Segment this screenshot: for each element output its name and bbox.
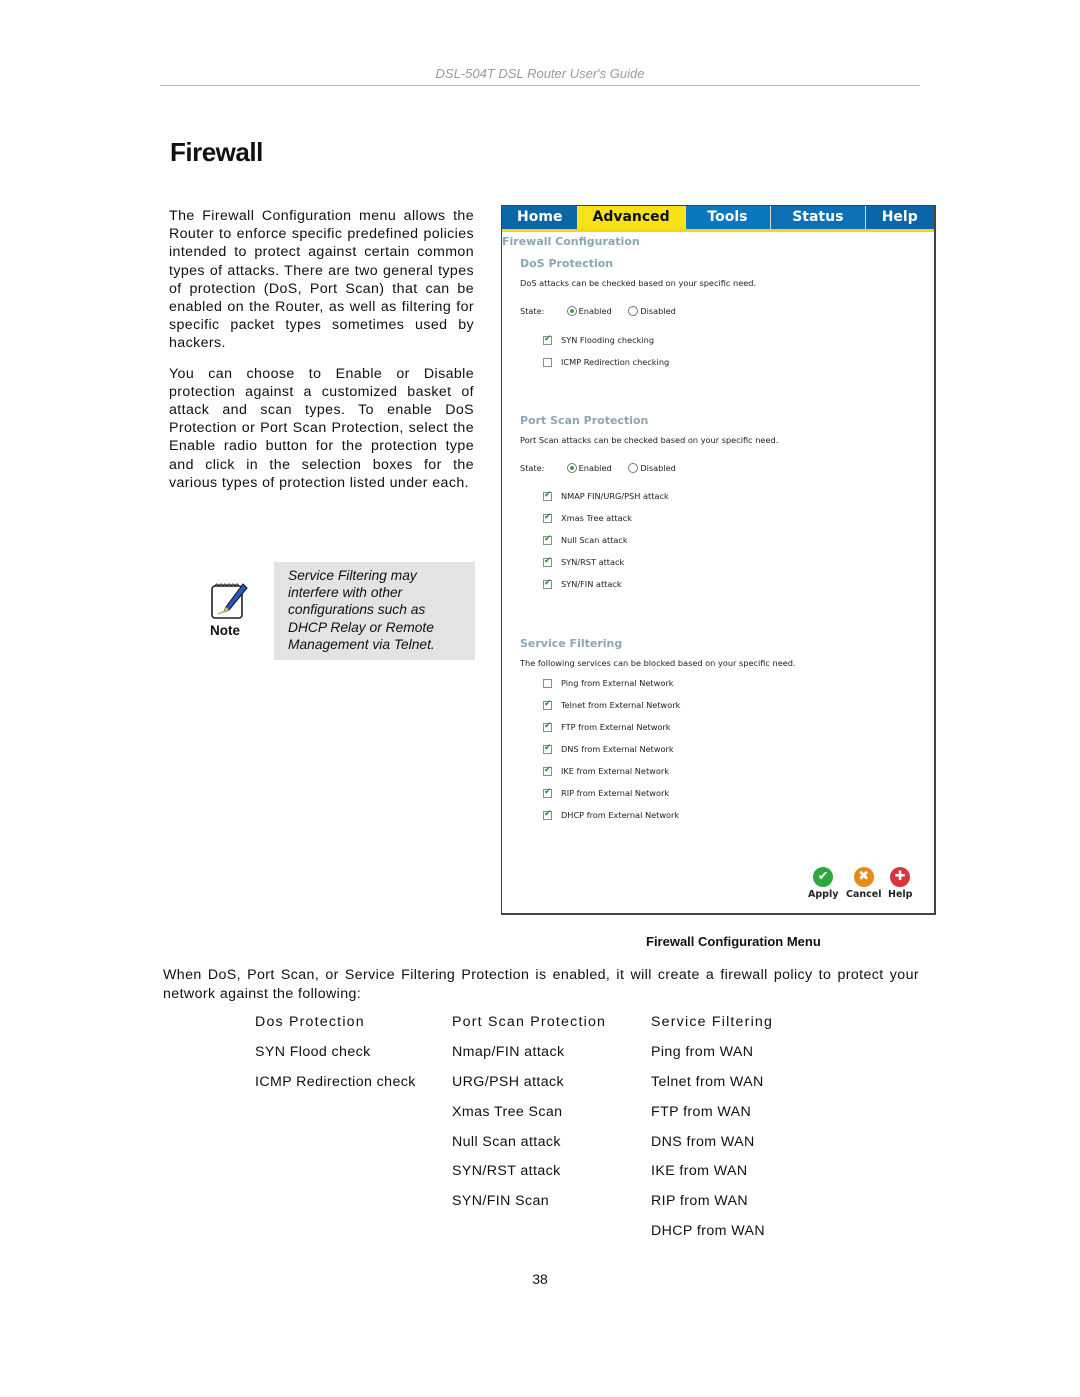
port-scan-enabled-radio[interactable]: Enabled	[566, 463, 612, 473]
policy-column-header: Dos Protection	[255, 1014, 365, 1030]
checkbox-checked-icon[interactable]	[543, 743, 552, 754]
intro-paragraph: The Firewall Configuration menu allows t…	[169, 208, 474, 352]
service-option-dns[interactable]: DNS from External Network	[543, 743, 674, 756]
policy-item: Xmas Tree Scan	[452, 1103, 563, 1120]
policy-column-header: Port Scan Protection	[452, 1014, 607, 1030]
dos-enabled-radio[interactable]: Enabled	[566, 306, 612, 316]
checkbox-checked-icon[interactable]	[543, 578, 552, 589]
radio-selected-icon[interactable]	[566, 463, 577, 473]
policy-item: DHCP from WAN	[651, 1223, 765, 1240]
note-callout: Note Service Filtering may interfere wit…	[205, 562, 475, 660]
port-scan-option-null[interactable]: Null Scan attack	[543, 534, 628, 547]
tab-status[interactable]: Status	[770, 206, 866, 229]
policy-column-service: Service Filtering Ping from WAN Telnet f…	[651, 1013, 773, 1252]
intro-paragraph: You can choose to Enable or Disable prot…	[169, 365, 474, 491]
running-header: DSL-504T DSL Router User's Guide	[435, 66, 645, 81]
port-scan-option-syn-rst[interactable]: SYN/RST attack	[543, 556, 624, 569]
notepad-pen-icon	[211, 583, 248, 619]
checkbox-checked-icon[interactable]	[543, 490, 552, 501]
checkbox-checked-icon[interactable]	[543, 699, 552, 710]
dos-protection-title: DoS Protection	[520, 257, 614, 270]
firewall-config-screenshot: Home Advanced Tools Status Help Firewall…	[501, 205, 936, 915]
policy-item: RIP from WAN	[651, 1193, 749, 1210]
header-rule	[160, 85, 920, 86]
service-option-ftp[interactable]: FTP from External Network	[543, 721, 671, 734]
dos-state-label: State:	[520, 306, 545, 316]
plus-icon: ✚	[890, 867, 911, 887]
page-number: 38	[532, 1271, 548, 1287]
help-button[interactable]: ✚ Help	[888, 867, 912, 900]
checkbox-checked-icon[interactable]	[543, 765, 552, 776]
dos-option-icmp-redirection[interactable]: ICMP Redirection checking	[543, 357, 669, 369]
port-scan-disabled-radio[interactable]: Disabled	[628, 463, 676, 473]
radio-empty-icon[interactable]	[628, 306, 639, 316]
policy-column-dos: Dos Protection SYN Flood check ICMP Redi…	[255, 1013, 416, 1103]
dos-disabled-radio[interactable]: Disabled	[628, 306, 676, 316]
page-title: Firewall	[170, 137, 263, 167]
radio-selected-icon[interactable]	[566, 306, 577, 316]
firewall-config-heading: Firewall Configuration	[502, 235, 640, 248]
port-scan-description: Port Scan attacks can be checked based o…	[520, 435, 779, 445]
service-option-ike[interactable]: IKE from External Network	[543, 765, 669, 778]
nav-tabbar: Home Advanced Tools Status Help	[502, 206, 934, 232]
port-scan-option-xmas[interactable]: Xmas Tree attack	[543, 512, 632, 525]
checkbox-checked-icon[interactable]	[543, 334, 552, 345]
port-scan-state-row: State: Enabled Disabled	[520, 463, 676, 473]
policy-item: Nmap/FIN attack	[452, 1043, 565, 1060]
tab-help[interactable]: Help	[865, 206, 934, 229]
policy-item: Null Scan attack	[452, 1133, 561, 1150]
checkbox-checked-icon[interactable]	[543, 787, 552, 798]
body-paragraph: When DoS, Port Scan, or Service Filterin…	[163, 967, 919, 1002]
tab-advanced[interactable]: Advanced	[577, 206, 685, 229]
apply-button[interactable]: ✔ Apply	[808, 867, 838, 900]
port-scan-option-syn-fin[interactable]: SYN/FIN attack	[543, 578, 622, 591]
port-scan-option-nmap[interactable]: NMAP FIN/URG/PSH attack	[543, 490, 669, 503]
figure-caption: Firewall Configuration Menu	[646, 934, 821, 949]
x-icon: ✖	[853, 867, 874, 887]
checkbox-checked-icon[interactable]	[543, 512, 552, 523]
dos-option-syn-flooding[interactable]: SYN Flooding checking	[543, 334, 654, 347]
intro-text: The Firewall Configuration menu allows t…	[169, 207, 474, 504]
port-scan-protection-title: Port Scan Protection	[520, 414, 649, 427]
policy-item: SYN Flood check	[255, 1043, 371, 1060]
policy-item: SYN/FIN Scan	[452, 1193, 550, 1210]
radio-empty-icon[interactable]	[628, 463, 639, 473]
service-filtering-title: Service Filtering	[520, 637, 623, 650]
tab-home[interactable]: Home	[502, 206, 578, 229]
policy-item: FTP from WAN	[651, 1103, 752, 1120]
service-filtering-description: The following services can be blocked ba…	[520, 658, 796, 668]
note-text: Service Filtering may interfere with oth…	[274, 562, 475, 660]
service-option-ping[interactable]: Ping from External Network	[543, 678, 673, 690]
checkbox-empty-icon[interactable]	[543, 358, 552, 367]
policy-item: Ping from WAN	[651, 1043, 754, 1060]
checkbox-checked-icon[interactable]	[543, 721, 552, 732]
policy-column-header: Service Filtering	[651, 1014, 774, 1030]
checkbox-checked-icon[interactable]	[543, 534, 552, 545]
policy-item: DNS from WAN	[651, 1133, 755, 1150]
checkbox-checked-icon[interactable]	[543, 809, 552, 820]
tab-tools[interactable]: Tools	[684, 206, 770, 229]
dos-description: DoS attacks can be checked based on your…	[520, 278, 757, 288]
policy-item: URG/PSH attack	[452, 1073, 565, 1090]
checkmark-icon: ✔	[813, 867, 834, 887]
dos-state-row: State: Enabled Disabled	[520, 306, 676, 316]
service-option-rip[interactable]: RIP from External Network	[543, 787, 669, 800]
policy-item: SYN/RST attack	[452, 1163, 561, 1180]
service-option-dhcp[interactable]: DHCP from External Network	[543, 809, 679, 822]
port-scan-state-label: State:	[520, 463, 545, 473]
checkbox-checked-icon[interactable]	[543, 556, 552, 567]
note-label: Note	[210, 623, 240, 638]
checkbox-empty-icon[interactable]	[543, 679, 552, 688]
policy-item: Telnet from WAN	[651, 1073, 764, 1090]
policy-column-port-scan: Port Scan Protection Nmap/FIN attack URG…	[452, 1013, 606, 1222]
cancel-button[interactable]: ✖ Cancel	[846, 867, 881, 900]
policy-item: ICMP Redirection check	[255, 1073, 416, 1090]
policy-item: IKE from WAN	[651, 1163, 748, 1180]
service-option-telnet[interactable]: Telnet from External Network	[543, 699, 680, 712]
